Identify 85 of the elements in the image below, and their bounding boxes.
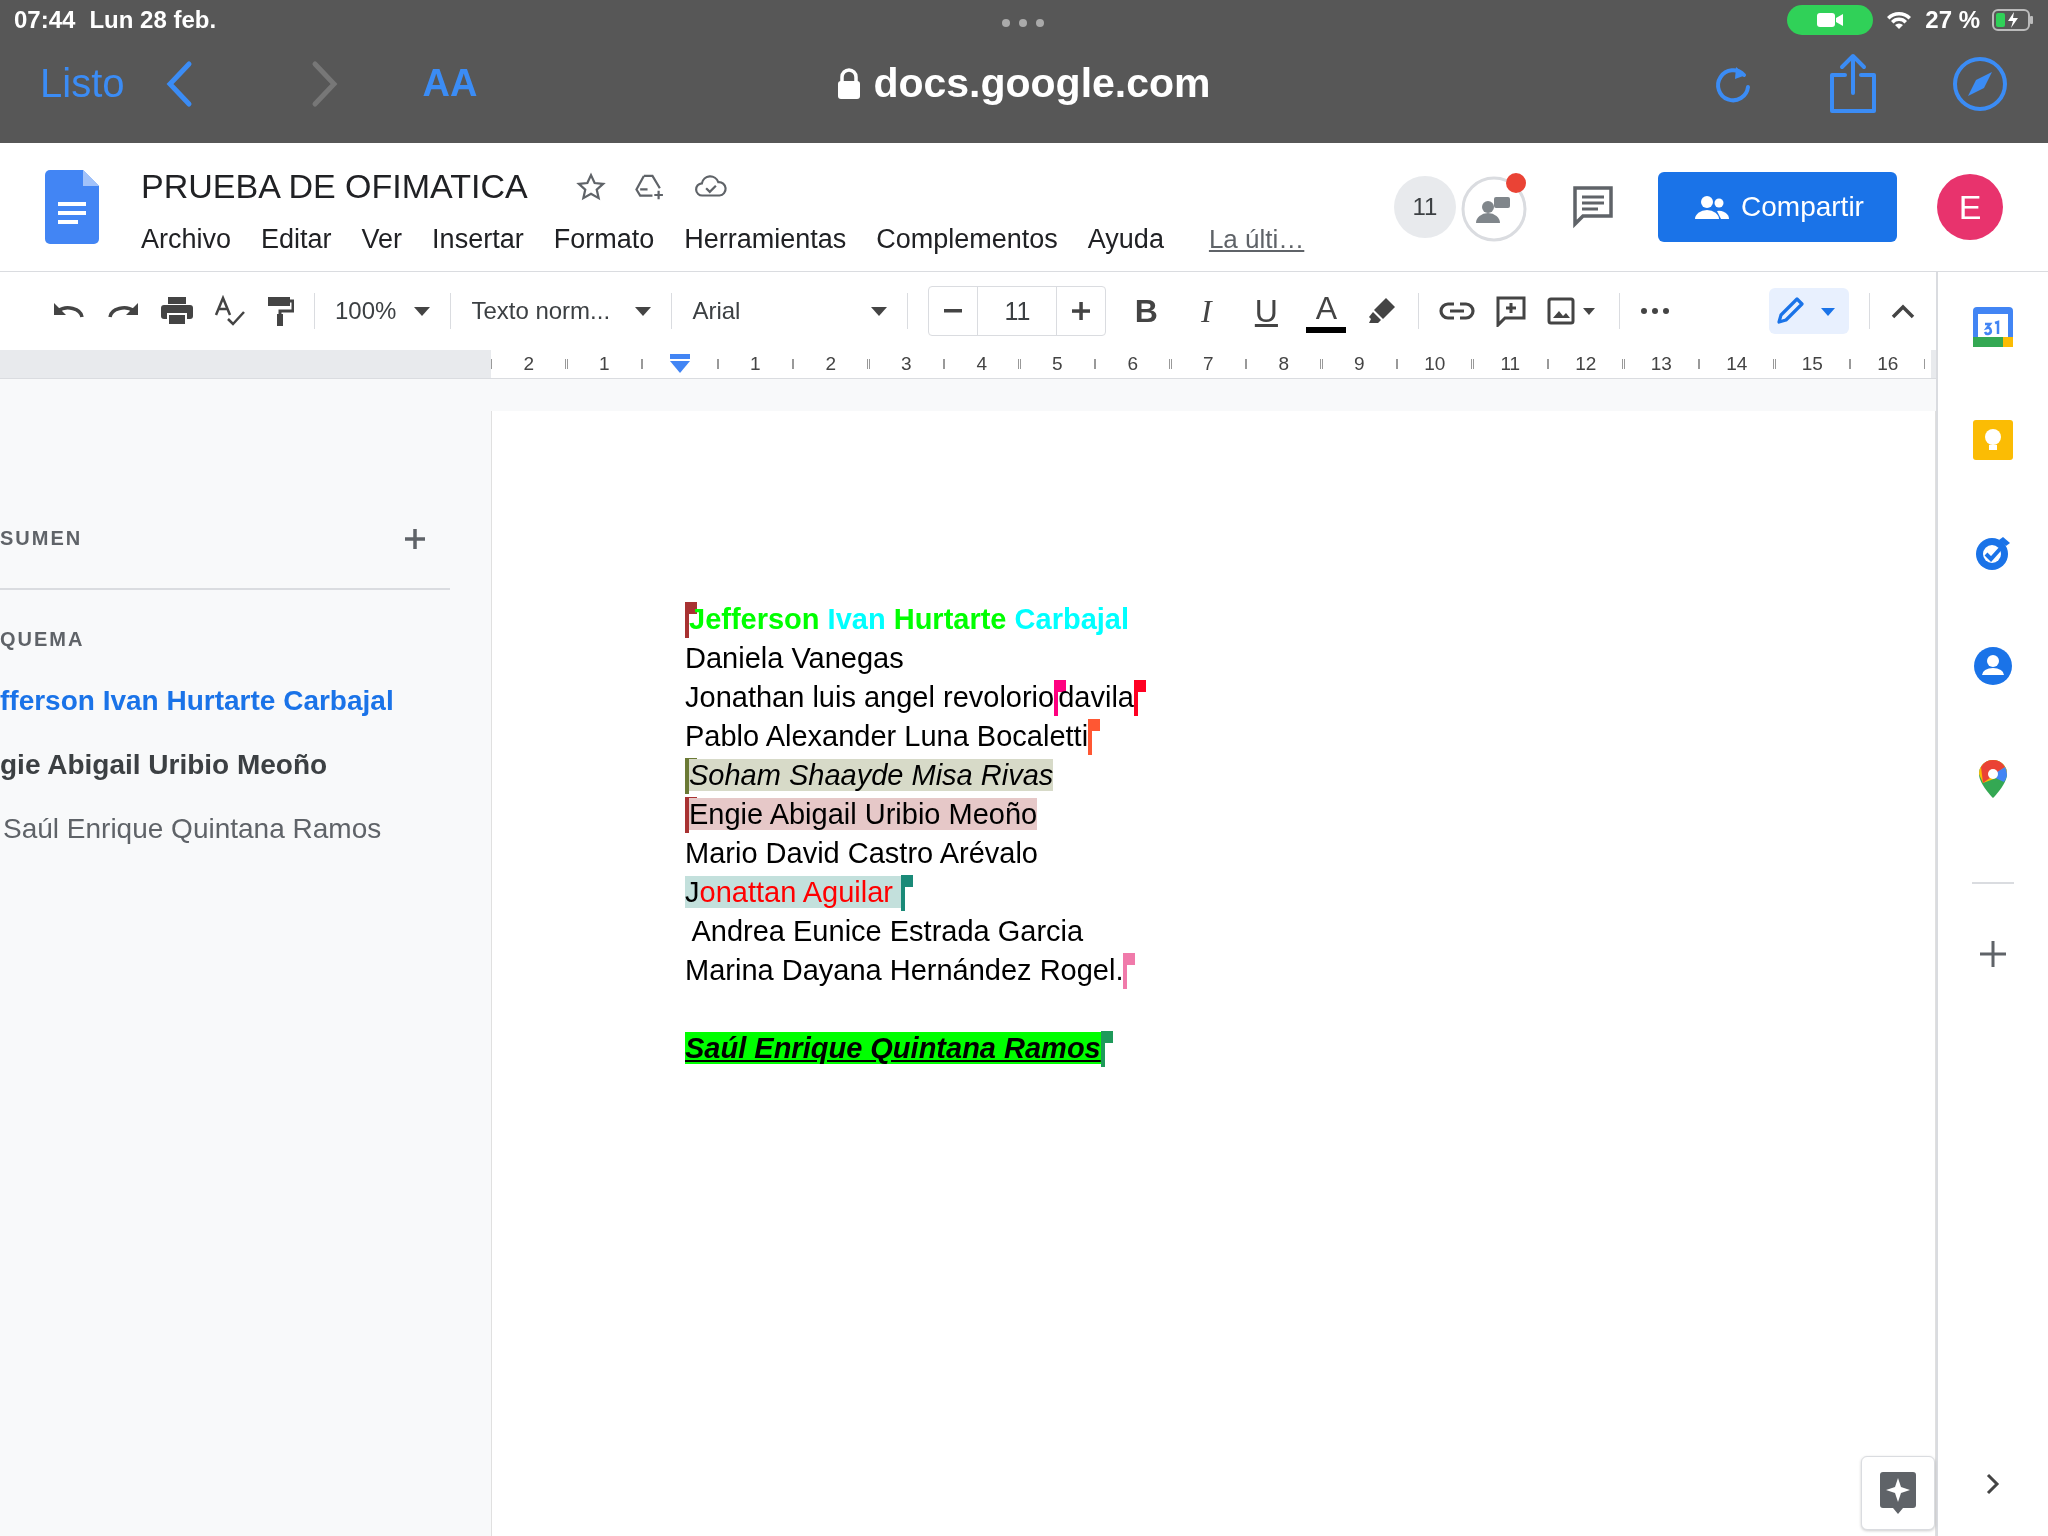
ruler-number: 9 [1353, 353, 1365, 375]
ruler-number: 1 [749, 353, 761, 375]
status-time: 07:44 [14, 6, 76, 34]
ruler-number: 2 [825, 353, 837, 375]
paint-format-icon[interactable] [266, 295, 294, 327]
add-icon[interactable] [405, 528, 425, 549]
indent-marker-icon[interactable] [667, 354, 692, 374]
print-icon[interactable] [160, 295, 194, 327]
menu-item[interactable]: Complementos [876, 224, 1058, 255]
ruler-number: 15 [1801, 353, 1823, 375]
document-title[interactable]: PRUEBA DE OFIMATICA [141, 167, 528, 206]
document-text[interactable]: Soham Shaayde Misa Rivas [689, 758, 1054, 793]
ruler-number: 6 [1127, 353, 1139, 375]
document-text[interactable]: Saúl Enrique Quintana Ramos [685, 1031, 1101, 1066]
zoom-dropdown[interactable]: 100% [335, 297, 431, 325]
font-dropdown[interactable]: Arial [692, 297, 888, 325]
docs-logo-icon[interactable] [45, 170, 99, 244]
menu-item[interactable]: Archivo [141, 224, 232, 255]
link-icon[interactable] [1439, 301, 1476, 321]
menu-item[interactable]: Insertar [432, 224, 524, 255]
document-text[interactable]: Mario David Castro Arévalo [685, 836, 1038, 871]
outline-item[interactable]: gie Abigail Uribio Meoño [0, 745, 491, 809]
battery-icon [1992, 9, 2034, 31]
menu-item[interactable]: Herramientas [684, 224, 847, 255]
ruler-number: 13 [1650, 353, 1672, 375]
ruler-number: 14 [1726, 353, 1748, 375]
menu-item[interactable]: Editar [261, 224, 332, 255]
editing-mode-button[interactable] [1769, 288, 1849, 334]
lock-icon [837, 67, 862, 100]
sparkle-icon [1878, 1471, 1918, 1515]
url-text[interactable]: docs.google.com [873, 60, 1211, 107]
wifi-icon [1885, 9, 1914, 31]
document-text[interactable]: Daniela Vanegas [685, 641, 904, 676]
ruler-number: 8 [1278, 353, 1290, 375]
menu-item[interactable]: Formato [553, 224, 655, 255]
ruler-number: 4 [976, 353, 988, 375]
outline-item[interactable]: Saúl Enrique Quintana Ramos [0, 809, 491, 873]
outline-heading: QUEMA [0, 628, 86, 651]
document-text[interactable]: Jonathan luis angel revolorio [685, 680, 1055, 715]
document-text[interactable]: Marina Dayana Hernández Rogel. [685, 953, 1124, 988]
explore-button[interactable] [1861, 1456, 1935, 1530]
share-button[interactable]: Compartir [1658, 172, 1897, 242]
outline-item[interactable]: fferson Ivan Hurtarte Carbajal [0, 681, 491, 745]
camera-icon [1787, 5, 1874, 35]
people-icon [1695, 195, 1730, 219]
ruler-number: 1 [598, 353, 610, 375]
status-date: Lun 28 feb. [89, 6, 217, 34]
calendar-icon[interactable] [1973, 307, 2013, 347]
spellcheck-icon[interactable] [214, 295, 246, 327]
ruler-number: 16 [1877, 353, 1899, 375]
ruler-number: 5 [1051, 353, 1063, 375]
format-button[interactable]: B [1126, 287, 1167, 335]
format-button[interactable]: U [1246, 287, 1287, 335]
ruler-number: 2 [523, 353, 535, 375]
document-text[interactable]: davila [1058, 680, 1134, 715]
ruler-number: 7 [1202, 353, 1214, 375]
text-style-dropdown[interactable]: Texto norm... [471, 297, 652, 325]
add-comment-icon[interactable] [1495, 295, 1528, 327]
add-icon[interactable] [1980, 941, 2006, 967]
last-edit-link[interactable]: La últi… [1208, 224, 1305, 255]
document-text[interactable]: Andrea Eunice Estrada Garcia [685, 914, 1084, 949]
ruler-number: 10 [1424, 353, 1446, 375]
format-button[interactable]: I [1186, 287, 1227, 335]
more-icon[interactable] [1640, 307, 1671, 315]
ruler-number: 12 [1575, 353, 1597, 375]
document-text[interactable]: Pablo Alexander Luna Bocaletti [685, 719, 1089, 754]
menu-item[interactable]: Ayuda [1087, 224, 1164, 255]
ruler-number: 3 [900, 353, 912, 375]
collapse-icon[interactable] [1890, 303, 1916, 319]
minus-icon [944, 309, 963, 313]
document-text[interactable]: Engie Abigail Uribio Meoño [689, 797, 1038, 832]
maps-icon[interactable] [1978, 759, 2008, 799]
format-button[interactable]: A [1306, 289, 1347, 333]
summary-heading: SUMEN [0, 527, 83, 550]
expand-icon[interactable] [1985, 1472, 2001, 1496]
user-avatar[interactable]: E [1937, 174, 2003, 240]
more-dots-icon[interactable] [1001, 18, 1045, 28]
ruler-number: 11 [1500, 353, 1521, 375]
plus-icon [1072, 302, 1091, 320]
viewer-count[interactable]: 11 [1394, 176, 1456, 238]
menu-item[interactable]: Ver [361, 224, 403, 255]
contacts-icon[interactable] [1973, 646, 2013, 686]
battery-percent: 27 % [1925, 6, 1980, 34]
comments-icon[interactable] [1572, 185, 1614, 229]
star-icon[interactable] [575, 171, 606, 202]
